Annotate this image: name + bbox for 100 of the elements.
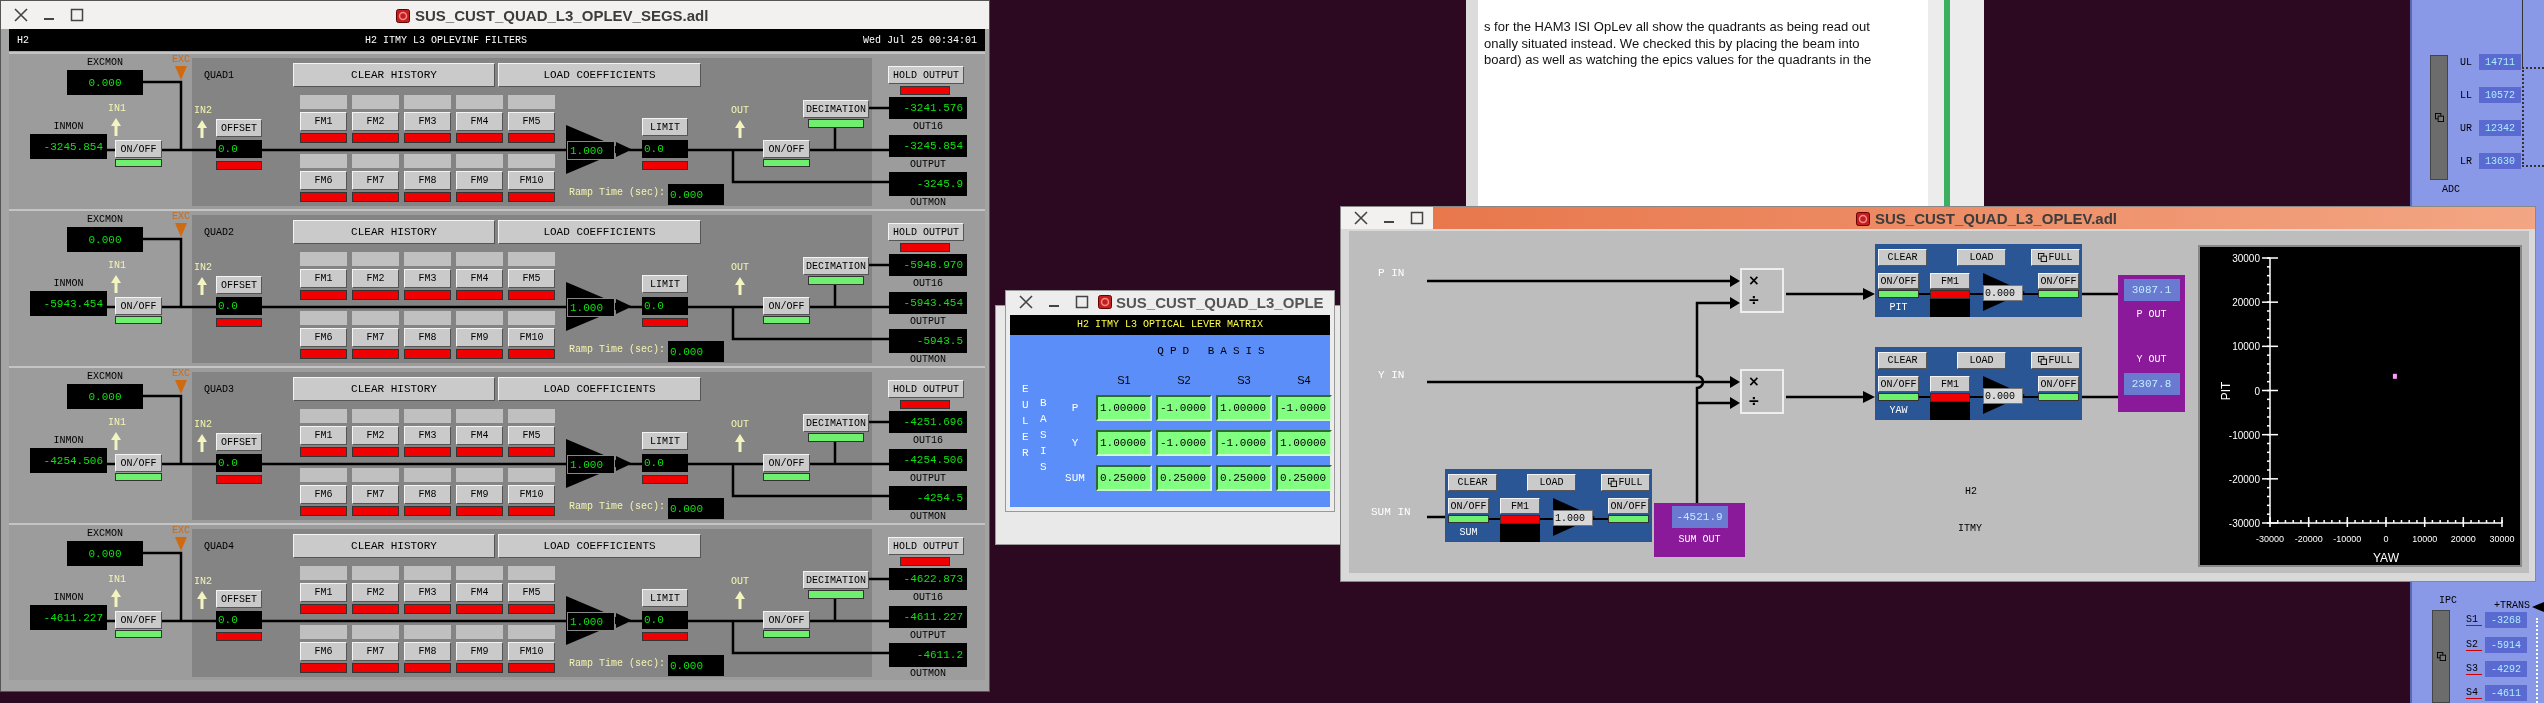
filter-module-button[interactable]: FM1 — [300, 583, 347, 602]
filter-module-button[interactable]: FM9 — [456, 642, 503, 661]
load-coefficients-button[interactable]: LOAD COEFFICIENTS — [498, 220, 701, 244]
filter-module-button[interactable]: FM6 — [300, 485, 347, 504]
ramp-time-field[interactable]: 0.000 — [668, 655, 724, 676]
filter-module-button[interactable]: FM4 — [456, 112, 503, 131]
filter-module-button[interactable]: FM5 — [508, 269, 555, 288]
filter-module-button[interactable]: FM8 — [404, 328, 451, 347]
filter-module-button[interactable]: FM8 — [404, 485, 451, 504]
full-button[interactable]: FULL — [2031, 352, 2080, 369]
filter-module-button[interactable]: FM9 — [456, 171, 503, 190]
matrix-entry-field[interactable]: -1.0000 — [1156, 395, 1212, 421]
filter-module-button[interactable]: FM2 — [352, 269, 399, 288]
filter-module-button[interactable]: FM1 — [300, 269, 347, 288]
offset-field[interactable]: 0.0 — [216, 140, 262, 158]
gain-field[interactable]: 0.000 — [1983, 388, 2023, 404]
matrix-entry-field[interactable]: 0.25000 — [1276, 465, 1332, 491]
input-switch-button[interactable]: ON/OFF — [115, 611, 162, 629]
hold-output-button[interactable]: HOLD OUTPUT — [888, 380, 964, 398]
maximize-icon[interactable] — [1409, 210, 1425, 226]
matrix-entry-field[interactable]: -1.0000 — [1156, 430, 1212, 456]
clear-history-button[interactable]: CLEAR HISTORY — [293, 377, 495, 401]
clear-button[interactable]: CLEAR — [1448, 474, 1497, 491]
gain-field[interactable]: 1.000 — [1553, 510, 1593, 526]
filter-module-button[interactable]: FM4 — [456, 426, 503, 445]
filter-module-button[interactable]: FM6 — [300, 642, 347, 661]
limit-button[interactable]: LIMIT — [642, 275, 688, 293]
filter-module-button[interactable]: FM1 — [1930, 376, 1970, 392]
ramp-time-field[interactable]: 0.000 — [668, 341, 724, 362]
maximize-icon[interactable] — [69, 7, 85, 23]
filter-module-button[interactable]: FM5 — [508, 426, 555, 445]
offset-button[interactable]: OFFSET — [216, 119, 262, 137]
filter-module-button[interactable]: FM7 — [352, 485, 399, 504]
limit-button[interactable]: LIMIT — [642, 589, 688, 607]
close-icon[interactable] — [13, 7, 29, 23]
input-switch-button[interactable]: ON/OFF — [115, 297, 162, 315]
matrix-entry-field[interactable]: -1.0000 — [1276, 395, 1332, 421]
filter-module-button[interactable]: FM3 — [404, 269, 451, 288]
filter-module-button[interactable]: FM6 — [300, 328, 347, 347]
limit-field[interactable]: 0.0 — [642, 454, 688, 472]
matrix-entry-field[interactable]: -1.0000 — [1216, 430, 1272, 456]
decimation-button[interactable]: DECIMATION — [803, 414, 869, 432]
clear-history-button[interactable]: CLEAR HISTORY — [293, 534, 495, 558]
filter-module-button[interactable]: FM2 — [352, 426, 399, 445]
filter-module-button[interactable]: FM1 — [300, 426, 347, 445]
filter-module-button[interactable]: FM5 — [508, 112, 555, 131]
scrollbar[interactable] — [1466, 0, 1478, 206]
input-switch-button[interactable]: ON/OFF — [115, 454, 162, 472]
clear-button[interactable]: CLEAR — [1878, 249, 1927, 266]
load-coefficients-button[interactable]: LOAD COEFFICIENTS — [498, 63, 701, 87]
filter-module-button[interactable]: FM3 — [404, 426, 451, 445]
filter-module-button[interactable]: FM3 — [404, 112, 451, 131]
filter-module-button[interactable]: FM8 — [404, 171, 451, 190]
offset-field[interactable]: 0.0 — [216, 454, 262, 472]
filter-module-button[interactable]: FM10 — [508, 642, 555, 661]
limit-field[interactable]: 0.0 — [642, 611, 688, 629]
limit-button[interactable]: LIMIT — [642, 118, 688, 136]
hold-output-button[interactable]: HOLD OUTPUT — [888, 66, 964, 84]
decimation-button[interactable]: DECIMATION — [803, 257, 869, 275]
output-switch-button[interactable]: ON/OFF — [763, 140, 810, 158]
filter-module-button[interactable]: FM4 — [456, 583, 503, 602]
matrix-entry-field[interactable]: 0.25000 — [1156, 465, 1212, 491]
filter-module-button[interactable]: FM6 — [300, 171, 347, 190]
input-switch-button[interactable]: ON/OFF — [1878, 376, 1919, 392]
close-icon[interactable] — [1353, 210, 1369, 226]
filter-module-button[interactable]: FM1 — [1500, 498, 1540, 514]
matrix-entry-field[interactable]: 0.25000 — [1096, 465, 1152, 491]
filter-module-button[interactable]: FM9 — [456, 485, 503, 504]
limit-field[interactable]: 0.0 — [642, 297, 688, 315]
gain-field[interactable]: 0.000 — [1983, 285, 2023, 301]
output-switch-button[interactable]: ON/OFF — [763, 454, 810, 472]
matrix-entry-field[interactable]: 1.00000 — [1096, 430, 1152, 456]
filter-module-button[interactable]: FM8 — [404, 642, 451, 661]
filter-module-button[interactable]: FM3 — [404, 583, 451, 602]
input-switch-button[interactable]: ON/OFF — [1878, 273, 1919, 289]
full-button[interactable]: FULL — [2031, 249, 2080, 266]
clear-button[interactable]: CLEAR — [1878, 352, 1927, 369]
matrix-entry-field[interactable]: 1.00000 — [1216, 395, 1272, 421]
close-icon[interactable] — [1018, 294, 1034, 310]
output-switch-button[interactable]: ON/OFF — [2038, 376, 2079, 392]
output-switch-button[interactable]: ON/OFF — [1608, 498, 1649, 514]
hold-output-button[interactable]: HOLD OUTPUT — [888, 223, 964, 241]
offset-button[interactable]: OFFSET — [216, 590, 262, 608]
filter-module-button[interactable]: FM5 — [508, 583, 555, 602]
limit-field[interactable]: 0.0 — [642, 140, 688, 158]
matrix-entry-field[interactable]: 1.00000 — [1276, 430, 1332, 456]
output-switch-button[interactable]: ON/OFF — [763, 611, 810, 629]
hold-output-button[interactable]: HOLD OUTPUT — [888, 537, 964, 555]
offset-button[interactable]: OFFSET — [216, 433, 262, 451]
filter-module-button[interactable]: FM1 — [1930, 273, 1970, 289]
output-switch-button[interactable]: ON/OFF — [2038, 273, 2079, 289]
decimation-button[interactable]: DECIMATION — [803, 571, 869, 589]
filter-module-button[interactable]: FM7 — [352, 642, 399, 661]
full-button[interactable]: FULL — [1601, 474, 1650, 491]
load-button[interactable]: LOAD — [1527, 474, 1576, 491]
filter-module-button[interactable]: FM1 — [300, 112, 347, 131]
offset-button[interactable]: OFFSET — [216, 276, 262, 294]
filter-module-button[interactable]: FM2 — [352, 583, 399, 602]
filter-module-button[interactable]: FM10 — [508, 171, 555, 190]
load-button[interactable]: LOAD — [1957, 249, 2006, 266]
